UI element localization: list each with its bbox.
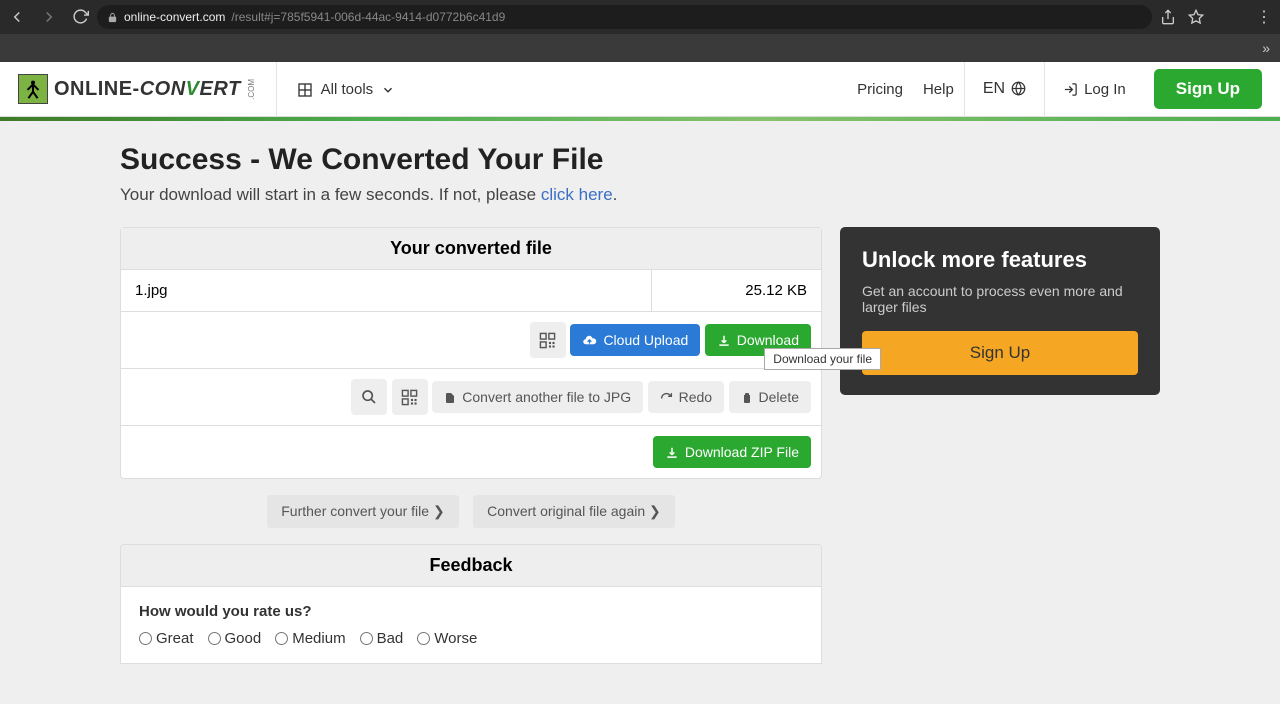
login-label: Log In	[1084, 81, 1126, 98]
logo[interactable]: ONLINE-CONVERT .COM	[18, 74, 276, 104]
rate-bad[interactable]: Bad	[360, 630, 404, 647]
file-name: 1.jpg	[121, 270, 651, 311]
site-header: ONLINE-CONVERT .COM All tools Pricing He…	[0, 62, 1280, 117]
panel-header: Your converted file	[121, 228, 821, 270]
feedback-header: Feedback	[120, 544, 822, 587]
bookmarks-bar: »	[0, 34, 1280, 62]
all-tools-label: All tools	[321, 81, 374, 98]
promo-text: Get an account to process even more and …	[862, 283, 1138, 315]
delete-button[interactable]: Delete	[729, 381, 811, 413]
rate-worse[interactable]: Worse	[417, 630, 477, 647]
page-title: Success - We Converted Your File	[120, 143, 1160, 177]
globe-icon	[1011, 80, 1026, 98]
convert-original-chip[interactable]: Convert original file again ❯	[473, 495, 675, 528]
grid-icon	[297, 80, 313, 97]
forward-icon[interactable]	[40, 8, 58, 26]
pricing-link[interactable]: Pricing	[847, 81, 913, 98]
url-host: online-convert.com	[124, 10, 225, 24]
download-zip-button[interactable]: Download ZIP File	[653, 436, 811, 468]
help-link[interactable]: Help	[913, 81, 964, 98]
zoom-button[interactable]	[351, 379, 387, 415]
logo-com: .COM	[247, 79, 256, 100]
further-convert-chip[interactable]: Further convert your file ❯	[267, 495, 458, 528]
redo-label: Redo	[679, 389, 712, 405]
all-tools-menu[interactable]: All tools	[276, 62, 416, 116]
download-icon	[717, 332, 731, 348]
url-path: /result#j=785f5941-006d-44ac-9414-d0772b…	[231, 10, 505, 24]
cloud-upload-icon	[582, 332, 597, 349]
rate-good[interactable]: Good	[208, 630, 262, 647]
convert-another-label: Convert another file to JPG	[462, 389, 631, 405]
star-icon[interactable]	[1188, 8, 1204, 26]
chevron-down-icon	[381, 81, 395, 98]
rate-great[interactable]: Great	[139, 630, 194, 647]
file-row: 1.jpg 25.12 KB	[121, 270, 821, 312]
reload-icon[interactable]	[72, 8, 89, 26]
qr-code-button-2[interactable]	[392, 379, 428, 415]
back-icon[interactable]	[8, 8, 26, 26]
url-bar[interactable]: online-convert.com/result#j=785f5941-006…	[97, 5, 1152, 29]
logo-person-icon	[22, 78, 44, 100]
download-icon	[665, 444, 679, 460]
rate-medium[interactable]: Medium	[275, 630, 345, 647]
converted-file-panel: Your converted file 1.jpg 25.12 KB Cloud…	[120, 227, 822, 479]
file-icon	[444, 389, 456, 405]
login-link[interactable]: Log In	[1045, 81, 1144, 98]
promo-signup-button[interactable]: Sign Up	[862, 331, 1138, 375]
chevron-right-icon: ❯	[649, 503, 661, 519]
cloud-upload-label: Cloud Upload	[603, 332, 688, 348]
download-zip-label: Download ZIP File	[685, 444, 799, 460]
login-icon	[1063, 81, 1078, 98]
promo-title: Unlock more features	[862, 247, 1138, 273]
language-selector[interactable]: EN	[964, 62, 1045, 116]
share-icon[interactable]	[1160, 8, 1176, 26]
download-tooltip: Download your file	[764, 348, 881, 370]
logo-text: ONLINE-CONVERT	[54, 78, 241, 101]
signup-button[interactable]: Sign Up	[1154, 69, 1262, 109]
trash-icon	[741, 389, 753, 405]
file-size: 25.12 KB	[651, 270, 821, 311]
download-label: Download	[737, 332, 799, 348]
chevron-right-icon: ❯	[433, 503, 445, 519]
browser-toolbar: online-convert.com/result#j=785f5941-006…	[0, 0, 1280, 34]
kebab-menu-icon[interactable]: ⋮	[1256, 7, 1272, 27]
convert-another-button[interactable]: Convert another file to JPG	[432, 381, 643, 413]
click-here-link[interactable]: click here	[541, 185, 613, 204]
qr-code-button[interactable]	[530, 322, 566, 358]
cloud-upload-button[interactable]: Cloud Upload	[570, 324, 700, 357]
page-subhead: Your download will start in a few second…	[120, 185, 1160, 205]
redo-button[interactable]: Redo	[648, 381, 724, 413]
delete-label: Delete	[759, 389, 799, 405]
feedback-question: How would you rate us?	[139, 603, 803, 620]
promo-panel: Unlock more features Get an account to p…	[840, 227, 1160, 395]
lock-icon	[107, 10, 118, 24]
overflow-icon[interactable]: »	[1262, 40, 1270, 56]
redo-icon	[660, 389, 673, 405]
lang-label: EN	[983, 80, 1005, 98]
rating-options: Great Good Medium Bad Worse	[139, 630, 803, 647]
